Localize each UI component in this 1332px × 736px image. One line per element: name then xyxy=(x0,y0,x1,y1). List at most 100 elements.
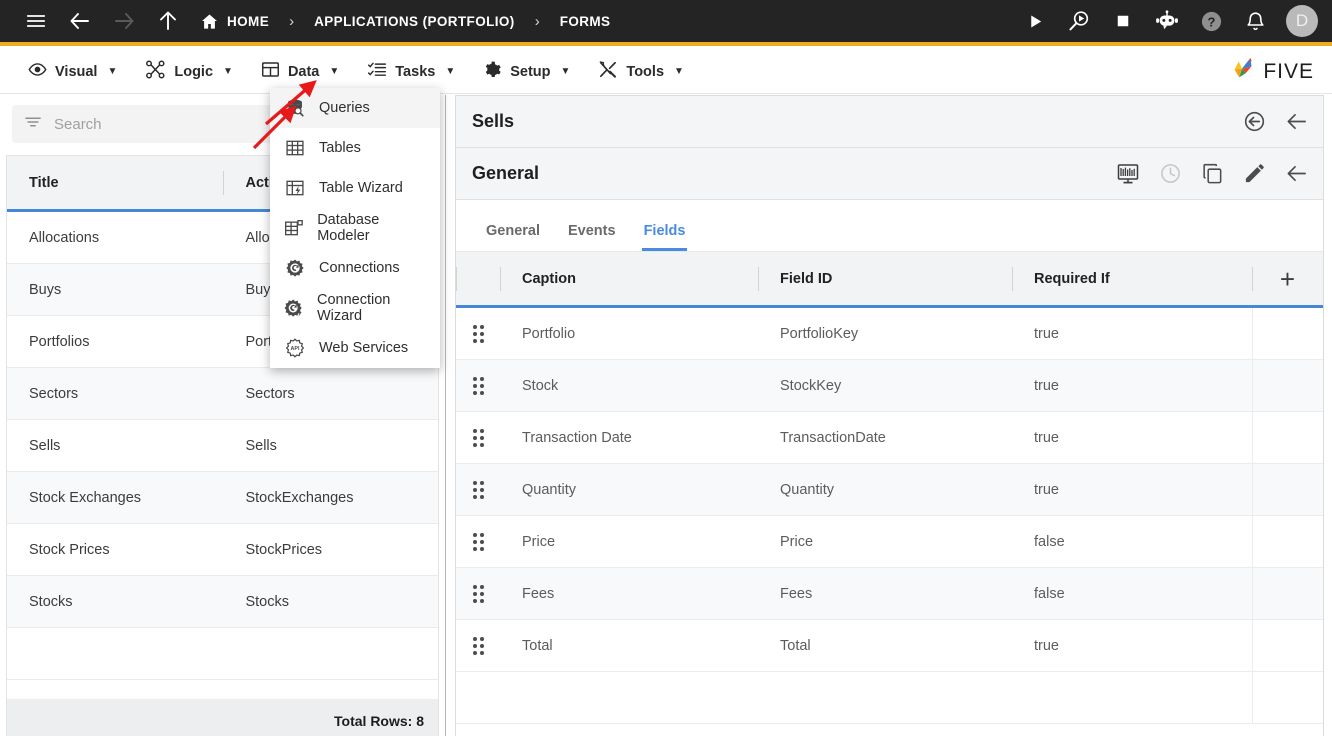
cell-actions xyxy=(1252,307,1323,360)
back-arrow-icon[interactable] xyxy=(1283,109,1309,135)
table-row[interactable]: Total Total true xyxy=(456,619,1323,672)
chevron-down-icon: ▼ xyxy=(107,66,118,77)
menu-item-data[interactable]: Data ▼ xyxy=(247,50,353,94)
table-row[interactable]: Stocks Stocks xyxy=(7,576,438,628)
drag-handle-icon[interactable] xyxy=(456,636,500,655)
drag-handle-icon[interactable] xyxy=(456,532,500,551)
drag-handle-icon[interactable] xyxy=(456,376,500,395)
cell-caption: Fees xyxy=(522,585,555,602)
menu-item-logic[interactable]: Logic ▼ xyxy=(131,50,247,94)
page-title: Sells xyxy=(472,111,515,131)
cell-action: StockPrices xyxy=(245,541,323,558)
display-preview-icon[interactable] xyxy=(1115,161,1141,187)
table-row[interactable]: Sells Sells xyxy=(7,420,438,472)
menu-item-label: Tools xyxy=(626,63,665,80)
record-header-bar: Sells xyxy=(456,96,1323,148)
duplicate-icon[interactable] xyxy=(1199,161,1225,187)
section-header-actions xyxy=(1115,161,1309,187)
cell-field-id: Total xyxy=(780,637,811,654)
revert-circle-icon[interactable] xyxy=(1241,109,1267,135)
menu-option-label: Connection Wizard xyxy=(317,292,391,324)
table-row[interactable]: Sectors Sectors xyxy=(7,368,438,420)
avatar[interactable]: D xyxy=(1286,5,1318,37)
top-nav-left-group: HOME › APPLICATIONS (PORTFOLIO) › FORMS xyxy=(0,0,610,44)
table-row[interactable]: Fees Fees false xyxy=(456,567,1323,620)
menu-option-label: Web Services xyxy=(319,340,409,356)
table-row[interactable]: Portfolio PortfolioKey true xyxy=(456,307,1323,360)
drag-handle-icon[interactable] xyxy=(456,480,500,499)
chevron-down-icon: ▼ xyxy=(329,66,340,77)
arrow-left-icon[interactable] xyxy=(58,0,102,44)
table-row[interactable]: Transaction Date TransactionDate true xyxy=(456,411,1323,464)
arrow-up-icon[interactable] xyxy=(146,0,190,44)
cell-title: Sectors xyxy=(29,385,79,402)
menu-item-setup[interactable]: Setup ▼ xyxy=(469,50,584,94)
breadcrumb-item-applications[interactable]: APPLICATIONS (PORTFOLIO) xyxy=(314,14,515,29)
cell-action: StockExchanges xyxy=(245,489,354,506)
table-icon xyxy=(284,138,306,158)
menu-option-label: Database Modeler xyxy=(317,212,380,244)
menu-option-connection-wizard[interactable]: Connection Wizard xyxy=(270,288,440,328)
menu-option-web-services[interactable]: API Web Services xyxy=(270,328,440,368)
column-header-caption[interactable]: Caption xyxy=(500,251,758,307)
menu-option-queries[interactable]: Queries xyxy=(270,88,440,128)
cell-actions xyxy=(1252,515,1323,568)
run-icon[interactable] xyxy=(1014,0,1056,44)
home-icon xyxy=(200,12,219,31)
menu-option-connections[interactable]: Connections xyxy=(270,248,440,288)
detail-tabs: General Events Fields xyxy=(456,200,1323,252)
drag-handle-icon[interactable] xyxy=(456,428,500,447)
table-row[interactable]: Stock Prices StockPrices xyxy=(7,524,438,576)
table-row[interactable]: Stock Exchanges StockExchanges xyxy=(7,472,438,524)
cell-required-if: false xyxy=(1034,533,1065,550)
cell-caption: Total xyxy=(522,637,553,654)
menu-item-visual[interactable]: Visual ▼ xyxy=(14,50,131,94)
cell-field-id: Price xyxy=(780,533,814,550)
debug-search-icon[interactable] xyxy=(1058,0,1100,44)
menu-option-tables[interactable]: Tables xyxy=(270,128,440,168)
menu-option-label: Tables xyxy=(319,140,361,156)
add-field-button[interactable]: + xyxy=(1252,251,1323,307)
table-row[interactable]: Quantity Quantity true xyxy=(456,463,1323,516)
table-wizard-icon xyxy=(284,178,306,198)
notifications-icon[interactable] xyxy=(1234,0,1276,44)
menu-option-table-wizard[interactable]: Table Wizard xyxy=(270,168,440,208)
table-row[interactable]: Stock StockKey true xyxy=(456,359,1323,412)
chevron-down-icon: ▼ xyxy=(560,66,571,77)
table-grid-icon xyxy=(261,60,280,83)
column-header-field-id[interactable]: Field ID xyxy=(758,251,1012,307)
forms-grid-footer: Total Rows: 8 xyxy=(7,699,438,736)
cell-required-if: false xyxy=(1034,585,1065,602)
back-arrow-icon[interactable] xyxy=(1283,161,1309,187)
section-title: General xyxy=(472,163,540,183)
cell-action: Sectors xyxy=(245,385,295,402)
cell-field-id: Quantity xyxy=(780,481,834,498)
api-icon: API xyxy=(284,338,306,358)
cell-actions xyxy=(1252,411,1323,464)
tab-events[interactable]: Events xyxy=(554,223,630,251)
drag-handle-icon[interactable] xyxy=(456,324,500,343)
hamburger-icon[interactable] xyxy=(14,0,58,44)
cell-required-if: true xyxy=(1034,325,1059,342)
table-row[interactable]: Price Price false xyxy=(456,515,1323,568)
breadcrumb: HOME › APPLICATIONS (PORTFOLIO) › FORMS xyxy=(200,12,610,31)
drag-handle-icon[interactable] xyxy=(456,584,500,603)
chatbot-icon[interactable] xyxy=(1146,0,1188,44)
cell-required-if: true xyxy=(1034,481,1059,498)
menu-item-tasks[interactable]: Tasks ▼ xyxy=(353,50,469,94)
menu-option-database-modeler[interactable]: Database Modeler xyxy=(270,208,440,248)
data-dropdown-menu: Queries Tables Table Wizard Database Mod… xyxy=(270,88,440,368)
help-icon[interactable]: ? xyxy=(1190,0,1232,44)
connection-gear-icon xyxy=(284,258,306,278)
tab-general[interactable]: General xyxy=(472,223,554,251)
breadcrumb-item-forms[interactable]: FORMS xyxy=(560,14,611,29)
menu-item-tools[interactable]: Tools ▼ xyxy=(584,50,698,94)
column-header-required-if[interactable]: Required If xyxy=(1012,251,1252,307)
breadcrumb-item-home[interactable]: HOME xyxy=(200,12,269,31)
edit-pencil-icon[interactable] xyxy=(1241,161,1267,187)
cell-title: Allocations xyxy=(29,229,100,246)
column-header-title[interactable]: Title xyxy=(7,155,223,211)
plus-icon: + xyxy=(1279,263,1296,294)
stop-icon[interactable] xyxy=(1102,0,1144,44)
tab-fields[interactable]: Fields xyxy=(630,223,700,251)
